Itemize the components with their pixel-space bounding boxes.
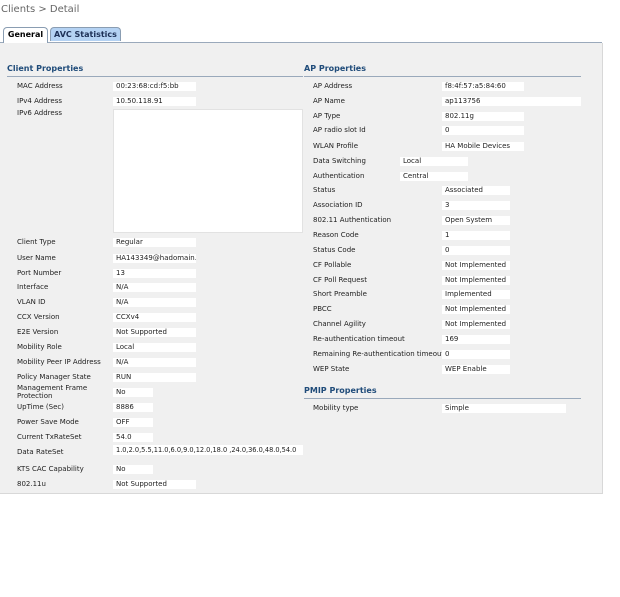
client-type-value: Regular xyxy=(113,238,196,247)
data-rateset-value: 1.0,2.0,5.5,11.0,6.0,9.0,12.0,18.0 ,24.0… xyxy=(113,445,303,455)
80211-authentication-value: Open System xyxy=(442,216,510,225)
data-switching-label: Data Switching xyxy=(313,157,366,165)
mobility-role-value: Local xyxy=(113,343,196,352)
current-txrateset-value: 54.0 xyxy=(113,433,153,442)
e2e-version-value: Not Supported xyxy=(113,328,196,337)
detail-panel: Client Properties MAC Address 00:23:68:c… xyxy=(0,43,603,494)
80211u-value: Not Supported xyxy=(113,480,196,489)
80211u-label: 802.11u xyxy=(17,480,46,488)
interface-label: Interface xyxy=(17,283,49,291)
authentication-value: Central xyxy=(400,172,468,181)
tab-bar: General AVC Statistics xyxy=(0,27,602,43)
cf-poll-request-value: Not Implemented xyxy=(442,276,510,285)
client-type-label: Client Type xyxy=(17,238,56,246)
interface-value: N/A xyxy=(113,283,196,292)
reauth-timeout-value: 169 xyxy=(442,335,510,344)
pmip-properties-divider xyxy=(304,398,581,399)
mobility-type-label: Mobility type xyxy=(313,404,359,412)
reason-code-value: 1 xyxy=(442,231,510,240)
kts-cac-capability-value: No xyxy=(113,465,153,474)
power-save-mode-value: OFF xyxy=(113,418,153,427)
ap-type-value: 802.11g xyxy=(442,112,524,121)
management-frame-protection-label: Management Frame Protection xyxy=(17,384,88,400)
mobility-peer-ip-label: Mobility Peer IP Address xyxy=(17,358,101,366)
client-properties-divider xyxy=(7,76,303,77)
uptime-label: UpTime (Sec) xyxy=(17,403,64,411)
data-rateset-label: Data RateSet xyxy=(17,448,64,456)
tab-general[interactable]: General xyxy=(3,27,48,43)
client-properties-title: Client Properties xyxy=(7,64,84,73)
reauth-timeout-label: Re-authentication timeout xyxy=(313,335,405,343)
wlan-profile-value: HA Mobile Devices xyxy=(442,142,524,151)
association-id-label: Association ID xyxy=(313,201,363,209)
ccx-version-label: CCX Version xyxy=(17,313,60,321)
pbcc-value: Not Implemented xyxy=(442,305,510,314)
ipv6-address-list xyxy=(113,109,303,233)
channel-agility-label: Channel Agility xyxy=(313,320,366,328)
status-value: Associated xyxy=(442,186,510,195)
tab-avc-statistics[interactable]: AVC Statistics xyxy=(50,27,121,41)
ap-address-value: f8:4f:57:a5:84:60 xyxy=(442,82,524,91)
ap-properties-title: AP Properties xyxy=(304,64,366,73)
pmip-properties-title: PMIP Properties xyxy=(304,386,377,395)
ap-name-label: AP Name xyxy=(313,97,345,105)
80211-authentication-label: 802.11 Authentication xyxy=(313,216,392,224)
user-name-value: HA143349@hadomain.n xyxy=(113,254,196,263)
vlan-id-value: N/A xyxy=(113,298,196,307)
association-id-value: 3 xyxy=(442,201,510,210)
ap-radio-slot-label: AP radio slot Id xyxy=(313,126,366,134)
cf-poll-request-label: CF Poll Request xyxy=(313,276,367,284)
ipv6-address-label: IPv6 Address xyxy=(17,109,62,117)
policy-manager-state-value: RUN xyxy=(113,373,196,382)
vlan-id-label: VLAN ID xyxy=(17,298,46,306)
channel-agility-value: Not Implemented xyxy=(442,320,510,329)
power-save-mode-label: Power Save Mode xyxy=(17,418,79,426)
port-number-label: Port Number xyxy=(17,269,62,277)
mobility-role-label: Mobility Role xyxy=(17,343,62,351)
short-preamble-value: Implemented xyxy=(442,290,510,299)
kts-cac-capability-label: KTS CAC Capability xyxy=(17,465,84,473)
ap-radio-slot-value: 0 xyxy=(442,126,524,135)
data-switching-value: Local xyxy=(400,157,468,166)
user-name-label: User Name xyxy=(17,254,56,262)
remaining-reauth-timeout-label: Remaining Re-authentication timeout xyxy=(313,350,445,358)
management-frame-protection-value: No xyxy=(113,388,153,397)
mobility-peer-ip-value: N/A xyxy=(113,358,196,367)
cf-pollable-value: Not Implemented xyxy=(442,261,510,270)
current-txrateset-label: Current TxRateSet xyxy=(17,433,82,441)
status-code-label: Status Code xyxy=(313,246,356,254)
status-code-value: 0 xyxy=(442,246,510,255)
wep-state-label: WEP State xyxy=(313,365,350,373)
wep-state-value: WEP Enable xyxy=(442,365,510,374)
ap-name-value: ap113756 xyxy=(442,97,581,106)
ipv4-address-label: IPv4 Address xyxy=(17,97,62,105)
mac-address-label: MAC Address xyxy=(17,82,63,90)
ap-properties-divider xyxy=(304,76,581,77)
reason-code-label: Reason Code xyxy=(313,231,359,239)
ap-address-label: AP Address xyxy=(313,82,353,90)
policy-manager-state-label: Policy Manager State xyxy=(17,373,91,381)
status-label: Status xyxy=(313,186,336,194)
uptime-value: 8886 xyxy=(113,403,153,412)
port-number-value: 13 xyxy=(113,269,196,278)
pbcc-label: PBCC xyxy=(313,305,332,313)
mac-address-value: 00:23:68:cd:f5:bb xyxy=(113,82,196,91)
breadcrumb: Clients > Detail xyxy=(1,4,80,15)
mobility-type-value: Simple xyxy=(442,404,566,413)
authentication-label: Authentication xyxy=(313,172,365,180)
e2e-version-label: E2E Version xyxy=(17,328,59,336)
cf-pollable-label: CF Pollable xyxy=(313,261,352,269)
ipv4-address-value: 10.50.118.91 xyxy=(113,97,196,106)
remaining-reauth-timeout-value: 0 xyxy=(442,350,510,359)
ap-type-label: AP Type xyxy=(313,112,341,120)
ccx-version-value: CCXv4 xyxy=(113,313,196,322)
wlan-profile-label: WLAN Profile xyxy=(313,142,358,150)
short-preamble-label: Short Preamble xyxy=(313,290,367,298)
